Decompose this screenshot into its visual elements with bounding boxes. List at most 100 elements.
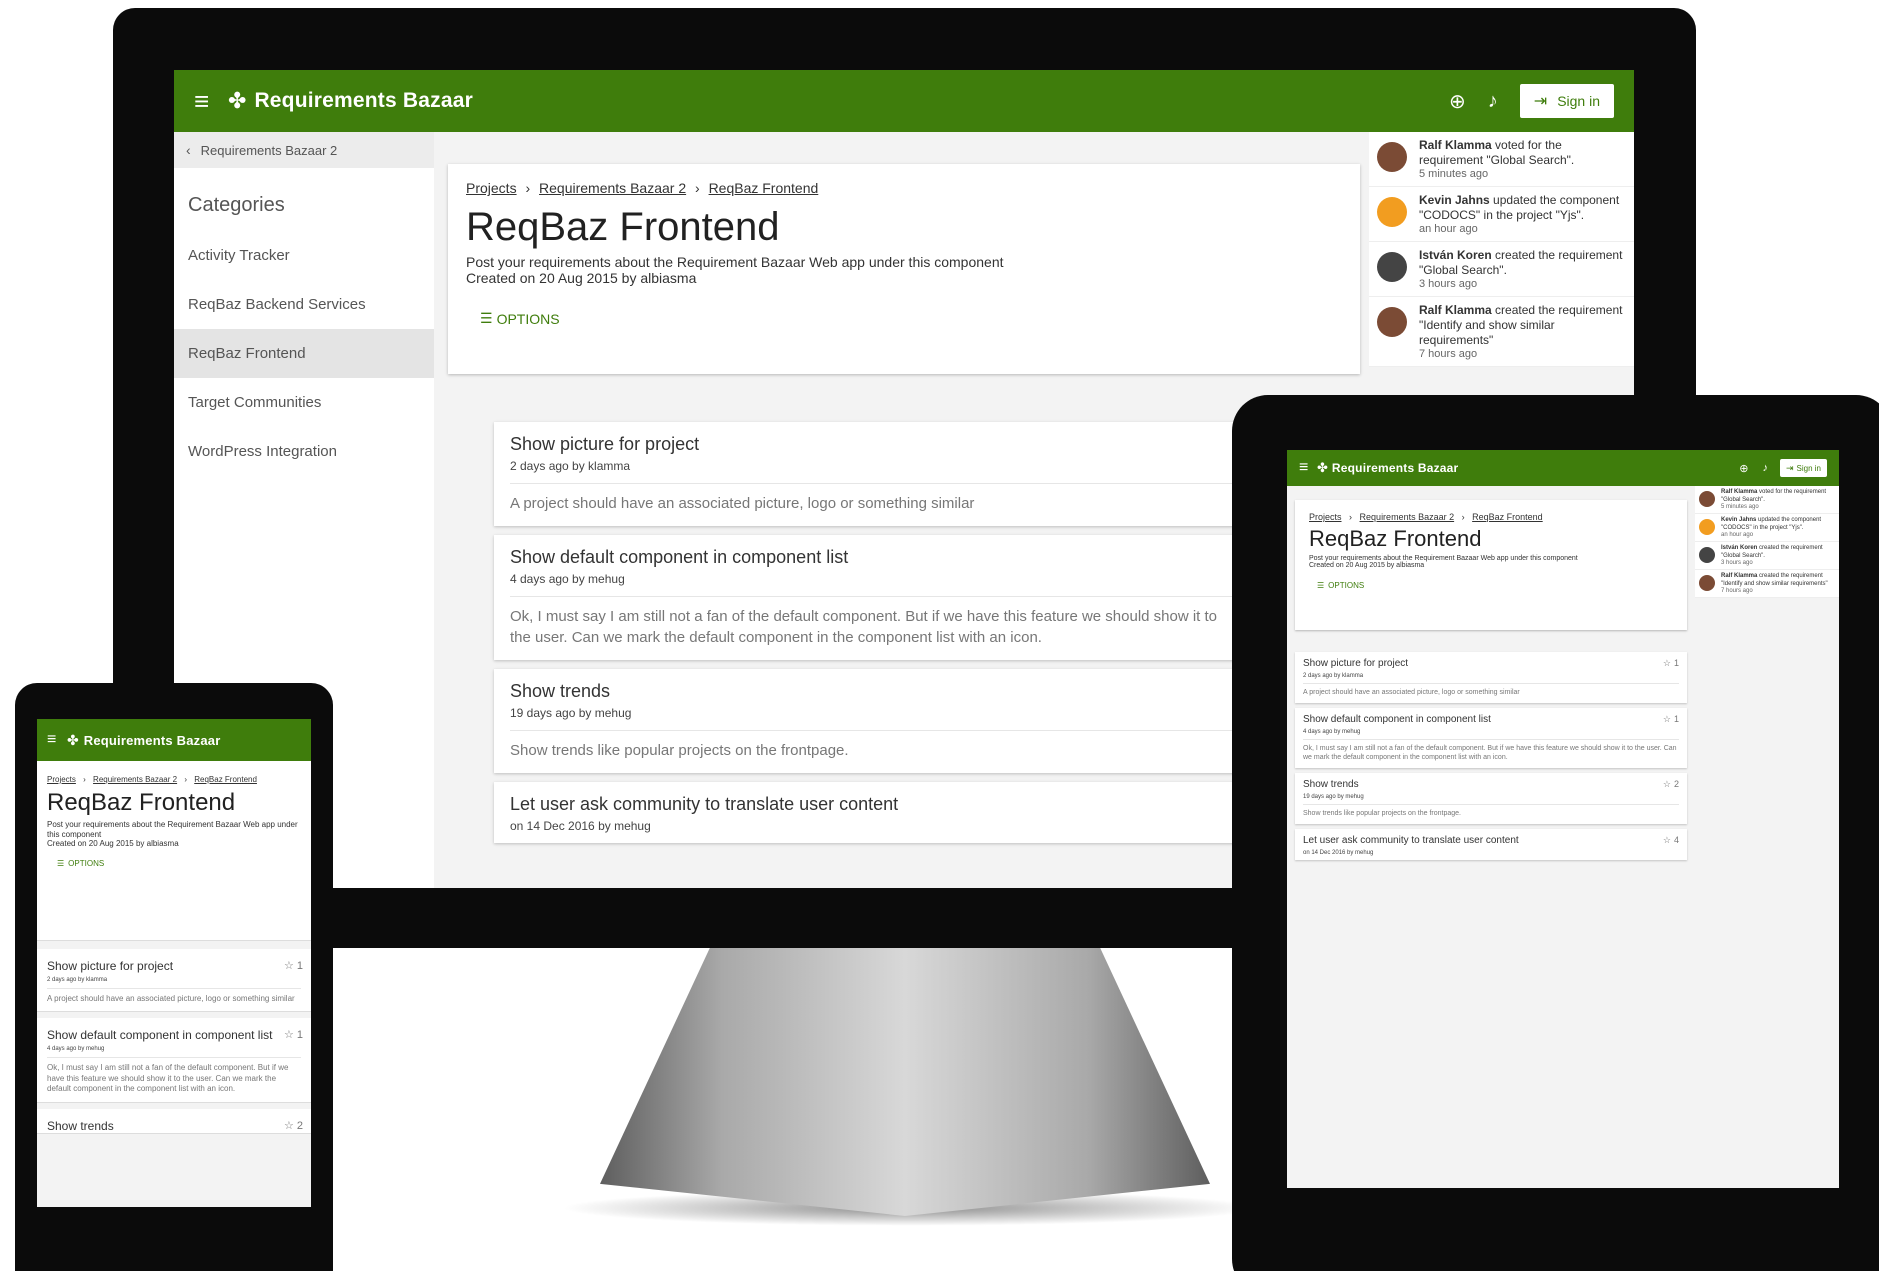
breadcrumb-separator: › [184,775,187,784]
menu-icon[interactable]: ≡ [1299,459,1317,477]
vote-count: 1 [296,960,303,972]
breadcrumb-component[interactable]: ReqBaz Frontend [1472,512,1543,522]
activity-item[interactable]: Ralf Klamma created the requirement "Ide… [1369,297,1634,367]
avatar [1377,142,1407,172]
requirement-title[interactable]: Let user ask community to translate user… [1303,835,1679,846]
requirement-title[interactable]: Show default component in component list [510,547,1238,568]
requirement-card[interactable]: ☆ 2 Show trends [37,1108,311,1134]
requirement-card[interactable]: ☆ 4 Let user ask community to translate u… [1295,829,1687,861]
activity-item[interactable]: Ralf Klamma voted for the requirement "G… [1369,132,1634,187]
requirement-meta: 4 days ago by mehug [510,572,625,587]
requirement-body: Ok, I must say I am still not a fan of t… [47,1057,301,1101]
requirement-meta: 2 days ago by klamma [1303,673,1364,679]
requirement-card[interactable]: Let user ask community to translate user… [494,782,1254,843]
breadcrumb: Projects › Requirements Bazaar 2 › ReqBa… [1309,512,1673,522]
activity-item[interactable]: Ralf Klamma created the requirement "Ide… [1695,570,1839,598]
requirement-meta: 19 days ago by mehug [1303,794,1364,801]
requirement-body: Ok, I must say I am still not a fan of t… [510,596,1238,660]
options-button[interactable]: ☰ OPTIONS [1317,581,1364,590]
requirement-card[interactable]: ☆ 1 Show picture for project 2 days ago b… [1295,652,1687,704]
globe-icon[interactable]: ⊕ [1449,89,1466,114]
component-description: Post your requirements about the Require… [47,820,298,839]
activity-item[interactable]: István Koren created the requirement "Gl… [1695,542,1839,570]
requirement-title[interactable]: Show picture for project [1303,658,1679,669]
breadcrumb-project[interactable]: Requirements Bazaar 2 [539,180,686,196]
app-bar: ≡ ✤ Requirements Bazaar ⊕ ♪ ⇥ Sign in [174,70,1634,132]
star-icon: ☆ [284,1119,294,1132]
requirement-title[interactable]: Show default component in component list [1303,714,1679,725]
requirement-title[interactable]: Show trends [1303,779,1679,790]
options-label: OPTIONS [68,858,105,868]
vote-button[interactable]: ☆ 1 [1663,658,1679,669]
vote-button[interactable]: ☆ 1 [1663,714,1679,725]
requirement-card[interactable]: Show trends 19 days ago by mehug Show tr… [494,668,1254,773]
component-meta: Created on 20 Aug 2015 by albiasma [1309,562,1425,570]
breadcrumb-projects[interactable]: Projects [466,180,517,196]
requirement-title[interactable]: Let user ask community to translate user… [510,794,1238,815]
menu-icon[interactable]: ≡ [47,731,67,749]
activity-text: István Koren created the requirement "Gl… [1721,545,1835,560]
bell-icon[interactable]: ♪ [1488,90,1498,113]
globe-icon[interactable]: ⊕ [1739,462,1748,475]
breadcrumb-separator: › [83,775,86,784]
sidebar-item-wordpress-integration[interactable]: WordPress Integration [174,427,434,476]
app-brand[interactable]: Requirements Bazaar [1332,461,1459,475]
requirement-card[interactable]: ☆ 1 Show default component in component l… [37,1018,311,1103]
app-brand[interactable]: Requirements Bazaar [84,733,221,748]
sidebar-item-reqbaz-frontend[interactable]: ReqBaz Frontend [174,329,434,378]
requirement-title[interactable]: Show default component in component list [47,1028,301,1042]
menu-icon[interactable]: ≡ [194,86,228,117]
breadcrumb-component[interactable]: ReqBaz Frontend [709,180,819,196]
requirement-title[interactable]: Show picture for project [510,434,1238,455]
activity-user: Ralf Klamma [1721,573,1758,579]
vote-button[interactable]: ☆ 4 [1663,835,1679,846]
sidebar-item-reqbaz-backend[interactable]: ReqBaz Backend Services [174,280,434,329]
activity-time: 3 hours ago [1419,278,1478,290]
breadcrumb-projects[interactable]: Projects [47,775,76,784]
vote-count: 1 [1673,714,1679,725]
app-brand[interactable]: Requirements Bazaar [254,89,473,113]
breadcrumb-project[interactable]: Requirements Bazaar 2 [1360,512,1455,522]
requirement-title[interactable]: Show trends [510,681,1238,702]
activity-time: 7 hours ago [1721,588,1753,594]
component-header-card: Projects › Requirements Bazaar 2 › ReqBa… [448,164,1360,374]
vote-button[interactable]: ☆ 2 [284,1119,303,1132]
requirement-title[interactable]: Show picture for project [47,959,301,973]
vote-button[interactable]: ☆ 2 [1663,779,1679,790]
options-button[interactable]: ☰ OPTIONS [57,859,104,868]
requirement-card[interactable]: ☆ 1 Show default component in component l… [1295,708,1687,769]
activity-item[interactable]: István Koren created the requirement "Gl… [1369,242,1634,297]
requirement-card[interactable]: ☆ 1 Show picture for project 2 days ago b… [37,949,311,1013]
sign-in-button[interactable]: ⇥ Sign in [1519,84,1614,118]
tablet-screen: ≡ ✤ Requirements Bazaar ⊕ ♪ ⇥ Sign in Pr… [1287,450,1839,1188]
component-header-card: Projects › Requirements Bazaar 2 › ReqBa… [37,761,311,941]
requirement-card[interactable]: Show picture for project 2 days ago by k… [494,422,1254,527]
requirement-body: Show trends like popular projects on the… [1303,804,1679,824]
activity-user: Ralf Klamma [1419,138,1492,152]
activity-text: Kevin Jahns updated the component "CODOC… [1419,193,1626,223]
options-button[interactable]: ☰ OPTIONS [480,310,560,327]
vote-button[interactable]: ☆ 1 [284,1028,303,1041]
activity-item[interactable]: Kevin Jahns updated the component "CODOC… [1369,187,1634,242]
options-label: OPTIONS [496,310,560,327]
avatar [1699,491,1715,507]
requirement-card[interactable]: Show default component in component list… [494,535,1254,660]
requirement-title[interactable]: Show trends [47,1119,301,1133]
activity-item[interactable]: Kevin Jahns updated the component "CODOC… [1695,514,1839,542]
requirement-card[interactable]: ☆ 2 Show trends 19 days ago by mehug Show… [1295,773,1687,825]
bell-icon[interactable]: ♪ [1762,462,1768,474]
vote-count: 4 [1673,835,1679,846]
activity-text: Ralf Klamma created the requirement "Ide… [1721,573,1835,588]
activity-item[interactable]: Ralf Klamma voted for the requirement "G… [1695,486,1839,514]
requirements-list: ☆ 1 Show picture for project 2 days ago b… [37,949,311,1140]
vote-count: 1 [1673,658,1679,668]
back-to-project-link[interactable]: ‹ Requirements Bazaar 2 [174,132,434,168]
breadcrumb-projects[interactable]: Projects [1309,512,1342,522]
vote-button[interactable]: ☆ 1 [284,959,303,972]
sidebar-item-activity-tracker[interactable]: Activity Tracker [174,231,434,280]
breadcrumb-component[interactable]: ReqBaz Frontend [194,775,257,784]
breadcrumb: Projects › Requirements Bazaar 2 › ReqBa… [466,180,1342,196]
breadcrumb-project[interactable]: Requirements Bazaar 2 [93,775,177,784]
sign-in-button[interactable]: ⇥ Sign in [1779,459,1827,477]
sidebar-item-target-communities[interactable]: Target Communities [174,378,434,427]
